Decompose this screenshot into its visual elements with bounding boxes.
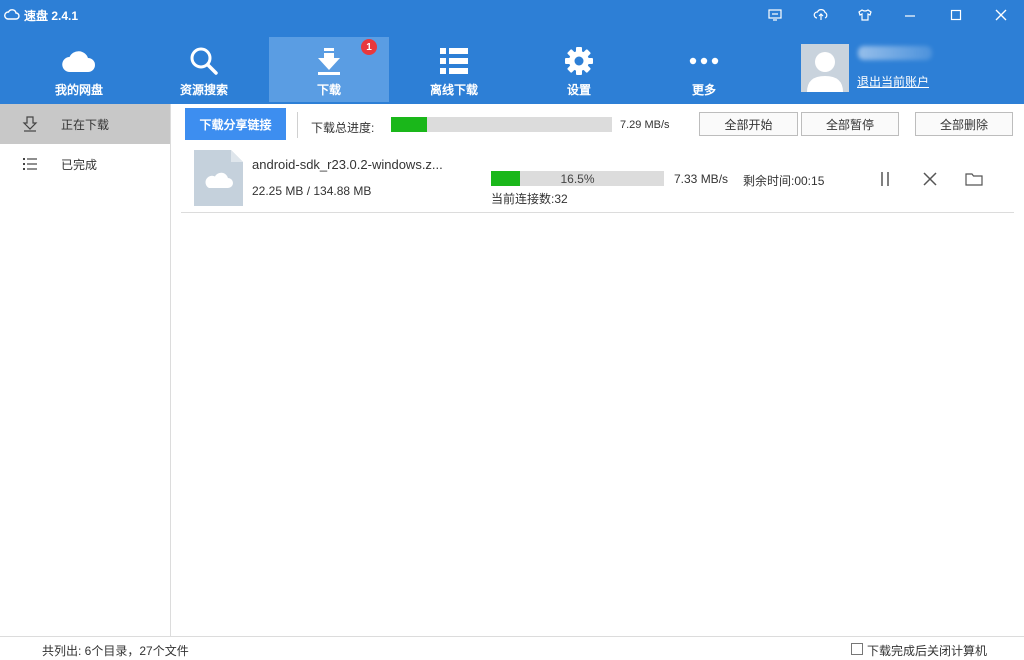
- nav-label: 更多: [691, 83, 716, 97]
- pause-all-button[interactable]: 全部暂停: [801, 112, 899, 136]
- sidebar-item-label: 正在下载: [61, 117, 110, 132]
- pause-icon[interactable]: [875, 170, 895, 188]
- download-count-badge: 1: [361, 39, 377, 55]
- cancel-x-icon[interactable]: [920, 170, 940, 188]
- status-bar: 共列出: 6个目录，27个文件 下载完成后关闭计算机: [0, 636, 1024, 660]
- skin-shirt-icon[interactable]: [849, 4, 881, 26]
- connection-count: 当前连接数:32: [491, 192, 568, 206]
- app-logo-cloud-icon: [4, 8, 20, 23]
- download-progress-bar: 16.5%: [491, 171, 664, 186]
- app-header: 速盘 2.4.1 我的网盘 资源搜索 下载 1 离线下载 设置 更多 退出当前账…: [0, 0, 1024, 104]
- total-speed: 7.29 MB/s: [620, 119, 670, 131]
- download-arrow-icon: [22, 116, 38, 132]
- nav-label: 下载: [316, 83, 341, 97]
- remaining-time: 剩余时间:00:15: [743, 174, 825, 188]
- total-progress-fill: [391, 117, 428, 132]
- minimize-icon[interactable]: [894, 4, 926, 26]
- close-icon[interactable]: [985, 4, 1017, 26]
- screen-icon[interactable]: [759, 4, 791, 26]
- sidebar-item-completed[interactable]: 已完成: [0, 144, 170, 184]
- logout-link[interactable]: 退出当前账户: [857, 73, 929, 90]
- file-name: android-sdk_r23.0.2-windows.z...: [252, 157, 443, 172]
- folder-icon[interactable]: [964, 170, 984, 188]
- nav-my-disk[interactable]: 我的网盘: [19, 37, 139, 102]
- nav-download[interactable]: 下载 1: [269, 37, 389, 102]
- title-bar: 速盘 2.4.1: [0, 0, 1024, 30]
- app-title: 速盘 2.4.1: [4, 7, 78, 24]
- search-icon: [189, 45, 219, 77]
- download-panel: 下载分享链接 下载总进度: 7.29 MB/s 全部开始 全部暂停 全部删除 a…: [171, 104, 1024, 636]
- nav-resource-search[interactable]: 资源搜索: [144, 37, 264, 102]
- list-summary: 共列出: 6个目录，27个文件: [42, 644, 189, 658]
- nav-label: 离线下载: [429, 83, 478, 97]
- sidebar-item-label: 已完成: [61, 157, 98, 172]
- shutdown-label[interactable]: 下载完成后关闭计算机: [867, 642, 987, 659]
- total-progress-bar: [391, 117, 612, 132]
- user-silhouette-icon: [807, 52, 843, 92]
- nav-settings[interactable]: 设置: [519, 37, 639, 102]
- delete-all-button[interactable]: 全部删除: [915, 112, 1013, 136]
- gear-icon: [564, 45, 594, 77]
- start-all-button[interactable]: 全部开始: [699, 112, 798, 136]
- app-title-text: 速盘 2.4.1: [24, 9, 79, 23]
- nav-more[interactable]: 更多: [644, 37, 764, 102]
- list-icon: [22, 156, 38, 172]
- file-cloud-icon: [194, 150, 243, 206]
- nav-label: 资源搜索: [179, 83, 228, 97]
- avatar[interactable]: [801, 44, 849, 92]
- maximize-icon[interactable]: [940, 4, 972, 26]
- username-redacted: [858, 46, 932, 60]
- download-share-link-button[interactable]: 下载分享链接: [185, 108, 286, 140]
- file-size: 22.25 MB / 134.88 MB: [252, 184, 372, 198]
- cloud-upload-icon[interactable]: [805, 4, 837, 26]
- total-progress-label: 下载总进度:: [311, 121, 375, 135]
- toolbar-divider: [297, 112, 298, 138]
- sidebar-item-downloading[interactable]: 正在下载: [0, 104, 170, 144]
- nav-offline-download[interactable]: 离线下载: [394, 37, 514, 102]
- download-speed: 7.33 MB/s: [674, 172, 729, 186]
- list-grid-icon: [439, 45, 469, 77]
- nav-label: 设置: [566, 83, 591, 97]
- download-icon: [316, 45, 342, 77]
- download-row[interactable]: android-sdk_r23.0.2-windows.z... 22.25 M…: [181, 144, 1014, 213]
- more-dots-icon: [689, 45, 719, 77]
- cloud-icon: [62, 45, 96, 77]
- nav-label: 我的网盘: [54, 83, 103, 97]
- sidebar: 正在下载 已完成: [0, 104, 171, 636]
- download-percent: 16.5%: [560, 171, 595, 186]
- shutdown-checkbox[interactable]: [851, 643, 863, 655]
